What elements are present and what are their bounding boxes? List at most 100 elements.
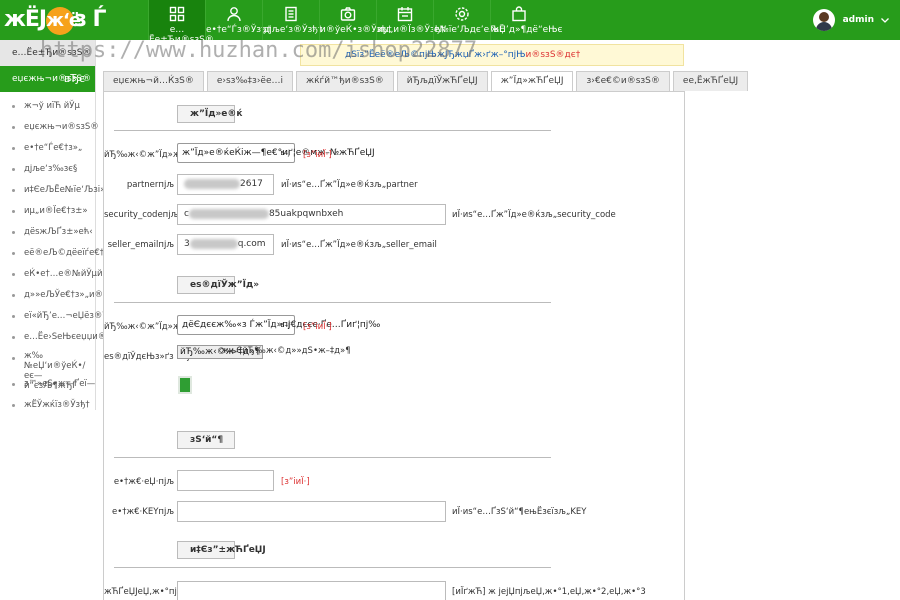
section-title-custom: и‡Єз”±жЋҐеЏЈ — [177, 541, 266, 559]
security-code-label: security_codeпјљ — [104, 210, 179, 220]
user-menu[interactable]: admin — [812, 8, 890, 32]
user-name: admin — [842, 15, 874, 25]
nav-label: иµ„и®Їз®Ўзђ† — [377, 25, 445, 35]
alipay-apply-link[interactable]: [з”іиЇ·] — [303, 150, 332, 160]
alipay-method-value: ж”Їд»е®ќеЌіж—¶е€°иґ¦е®мж–№жЋҐеЏЈ — [182, 148, 375, 158]
merchant-key-label: е•†ж€·KEYпјљ — [112, 507, 174, 517]
merchant-id-label: е•†ж€·еЏ·пјљ — [113, 477, 174, 487]
tab-basic-config[interactable]: еџєжњ¬й…ЌзЅ® — [103, 71, 204, 91]
sidebar-section-basic-settings[interactable]: еџєжњ¬и®ѕзЅ® вЂє — [0, 66, 95, 92]
wechat-qr-label: еѕ®дїЎдєЊз»ґз Ѓпјљ — [104, 352, 198, 362]
interface-params-label: жЋҐеЏЈеЏ‚ж•°пјљ — [104, 587, 185, 597]
nav-label: е•†е“Ѓз®Ўзђ† — [206, 25, 272, 35]
gear-icon — [455, 7, 469, 21]
sidebar-item-regions[interactable]: е…Ёе›ЅеЊєеџџи®ѕзЅ® — [0, 327, 129, 348]
section-divider — [114, 302, 551, 303]
sidebar-item-basic-settings[interactable]: еџєжњ¬и®ѕзЅ® — [0, 117, 99, 138]
tab-profit[interactable]: з›€е€©и®ѕзЅ® — [576, 71, 670, 91]
notice-warning: и®ѕзЅ®дє† — [525, 50, 581, 60]
main-nav: е…Ёе±Ђи®ѕзЅ® е•†е“Ѓз®Ўзђ† дјље‘з®Ўзђ† и®… — [148, 0, 563, 45]
book-icon — [285, 6, 297, 22]
tab-payment[interactable]: ж”Їд»жЋҐеЏЈ — [490, 71, 574, 92]
payment-settings-panel: ж”Їд»е®ќ йЂ‰ж‹©ж”Їд»ж–№ејЏпјљ ж”Їд»е®ќеЌ… — [103, 91, 685, 600]
section-title-wechat: еѕ®дїЎж”Їд» — [177, 276, 259, 294]
sidebar-item-single-pages[interactable]: еЌ•е†…е®№йЎµйќўз®Ўзђ† — [0, 264, 145, 285]
section-title-alipay: ж”Їд»е®ќ — [177, 105, 243, 123]
nav-item-global-settings[interactable]: е…Ёе±Ђи®ѕзЅ® — [148, 0, 214, 45]
partner-value: 2617 — [240, 179, 263, 189]
nav-item-orders[interactable]: и®ўеЌ•з®Ўзђ† — [319, 0, 392, 40]
section-title-bank: зЅ‘й“¶ — [177, 431, 235, 449]
partner-label: partnerпјљ — [126, 180, 174, 190]
nav-item-products[interactable]: е•†е“Ѓз®Ўзђ† — [205, 0, 272, 40]
calendar-icon — [397, 7, 413, 22]
sidebar-item-couriers[interactable]: еї«йЂ’е…¬еЏёз®Ўзђ† — [0, 306, 122, 327]
nav-item-members[interactable]: дјље‘з®Ўзђ† — [262, 0, 323, 40]
tab-messaging[interactable]: йЂљдїЎжЋҐеЏЈ — [396, 71, 488, 91]
chevron-right-icon: вЂє — [63, 72, 85, 85]
sidebar-item-product-groups[interactable]: е•†е“Ѓе€†з»„ — [0, 138, 95, 159]
sidebar: е…Ёе±Ђи®ѕзЅ® еџєжњ¬и®ѕзЅ® вЂє ж¬ў иїЋ йЎ… — [0, 40, 158, 410]
merchant-key-hint: иЇ·иѕ“е…ҐзЅ‘й“¶ењЁзєїзљ„KEY — [452, 507, 587, 517]
seller-email-input[interactable]: 3 q.com — [177, 234, 274, 255]
security-code-hint: иЇ·иѕ“е…Ґж”Їд»е®ќзљ„security_code — [452, 210, 616, 220]
seller-email-label: seller_emailпјљ — [107, 240, 174, 250]
sidebar-item-templates[interactable]: жЁЎжќїз®Ўзђ† — [0, 395, 95, 416]
sidebar-item-task-groups[interactable]: д»»еЉЎе€†з»„и®ѕзЅ® — [0, 285, 126, 306]
security-code-input[interactable]: c 85uakpqwnbxeh — [177, 204, 446, 225]
tab-permissions[interactable]: жќѓй™ђи®ѕзЅ® — [296, 71, 394, 91]
user-icon — [227, 7, 241, 22]
chevron-down-icon — [881, 18, 889, 23]
tab-images[interactable]: е›ѕз‰‡з›ёе…і — [206, 71, 293, 91]
sidebar-list: ж¬ў иїЋ йЎµ еџєжњ¬и®ѕзЅ® е•†е“Ѓе€†з»„ дј… — [0, 92, 158, 416]
notice-separator: пјЊ — [507, 50, 526, 60]
sidebar-item-help-categories[interactable]: её®еЉ©дё­еїѓе€†з±»и®ѕзЅ® — [0, 243, 158, 264]
wechat-apply-link[interactable]: [з”іиЇ·] — [303, 322, 332, 332]
alipay-method-select[interactable]: ж”Їд»е®ќеЌіж—¶е€°иґ¦е®мж–№жЋҐеЏЈ в–ј — [177, 143, 375, 163]
interface-params-hint: [иЇґжЋ] ж јејЏпјљеЏ‚ж•°1,еЏ‚ж•°2,еЏ‚ж•°3 — [452, 587, 646, 597]
nav-label: и®ўеЌ•з®Ўзђ† — [320, 25, 392, 35]
section-divider — [114, 130, 551, 131]
qr-code-thumbnail — [178, 376, 192, 394]
file-status: жњЄйЂ‰ж‹©д»»дЅ•ж–‡д»¶ — [221, 346, 351, 356]
interface-params-input[interactable] — [177, 581, 446, 600]
sidebar-item-member-levels[interactable]: дјље‘з­‰зє§ — [0, 159, 95, 180]
sidebar-item-report-types[interactable]: дёѕжЉҐз±»ећ‹ — [0, 222, 95, 243]
select-caret-icon: в–ј — [280, 321, 290, 329]
nav-label: е№їе‘Љдє’еЉЁ — [434, 25, 505, 35]
merchant-key-input[interactable] — [177, 501, 446, 522]
logo-text-left: жЁЈ — [4, 7, 47, 32]
bank-apply-link[interactable]: [з”іиЇ·] — [281, 477, 310, 487]
seller-email-prefix: 3 — [184, 239, 190, 249]
avatar[interactable] — [812, 9, 835, 31]
grid-icon — [169, 6, 185, 22]
partner-input[interactable]: 2617 — [177, 174, 274, 195]
bag-icon — [512, 6, 526, 22]
nav-item-ads[interactable]: е№їе‘Љдє’еЉЁ — [433, 0, 505, 40]
redacted-text — [184, 178, 240, 189]
sidebar-item-auto-ads[interactable]: и‡ЄеЉЁе№їе‘Љзі»з»џ — [0, 180, 121, 201]
redacted-text — [189, 238, 238, 249]
security-code-value: 85uakpqwnbxeh — [268, 209, 344, 219]
sidebar-item-login-log[interactable]: з™»еЅ•ж—Ґеї— — [0, 374, 95, 395]
nav-item-news[interactable]: иµ„и®Їз®Ўзђ† — [376, 0, 445, 40]
sidebar-item-wholesale-status[interactable]: ж‰№еЏ‘и®ўеЌ•/еє—й“єзЉ¶жЂЃ — [0, 348, 92, 391]
section-divider — [114, 457, 551, 458]
logo-text-right: з Ѓ — [74, 7, 106, 32]
logo-text-mid: ж‘ё — [46, 7, 81, 35]
sidebar-item-welcome[interactable]: ж¬ў иїЋ йЎµ — [0, 96, 95, 117]
redacted-text — [188, 208, 269, 219]
nav-item-plugins[interactable]: жЏ’д»¶дё“еЊє — [490, 0, 563, 40]
select-caret-icon: в–ј — [280, 149, 290, 157]
seller-email-value: q.com — [237, 239, 266, 249]
logo[interactable]: жЁЈж‘ёз Ѓ — [4, 5, 107, 35]
nav-label: дјље‘з®Ўзђ† — [263, 25, 323, 35]
merchant-id-input[interactable] — [177, 470, 274, 491]
sidebar-item-news-categories[interactable]: иµ„и®Їе€†з±» — [0, 201, 95, 222]
wechat-method-select[interactable]: дёЄдєєж‰«з Ѓж”Їд»пј€дєєе·Ґе…Ґиґ¦пј‰ в–ј — [177, 315, 380, 335]
top-bar: жЁЈж‘ёз Ѓ е…Ёе±Ђи®ѕзЅ® е•†е“Ѓз®Ўзђ† дјље… — [0, 0, 900, 45]
seller-email-hint: иЇ·иѕ“е…Ґж”Їд»е®ќзљ„seller_email — [281, 240, 437, 250]
tab-storage[interactable]: е­е‚ЁжЋҐеЏЈ — [672, 71, 749, 91]
alipay-method-label: йЂ‰ж‹©ж”Їд»ж–№ејЏпјљ — [104, 150, 224, 160]
section-divider — [114, 567, 551, 568]
